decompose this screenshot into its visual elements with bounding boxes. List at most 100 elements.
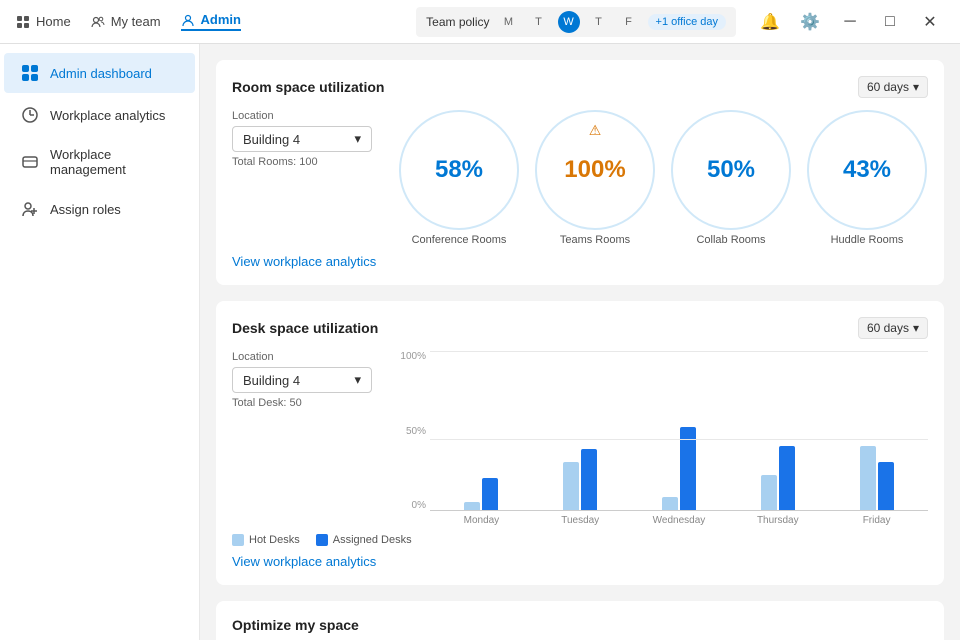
close-icon[interactable]: ✕ xyxy=(916,8,944,36)
sidebar-workplace-management-label: Workplace management xyxy=(50,147,179,177)
bar-tuesday-assigned xyxy=(581,449,597,510)
room-view-link[interactable]: View workplace analytics xyxy=(232,254,376,269)
bar-thursday-hot xyxy=(761,475,777,510)
day-M: M xyxy=(498,11,520,33)
desk-location-select[interactable]: Building 4 ▾ xyxy=(232,367,372,393)
sidebar-item-workplace-analytics[interactable]: Workplace analytics xyxy=(4,95,195,135)
bar-tuesday-hot xyxy=(563,462,579,510)
legend-hot-desks: Hot Desks xyxy=(232,534,300,546)
nav-admin[interactable]: Admin xyxy=(181,12,241,31)
desk-days-select[interactable]: 60 days ▾ xyxy=(858,317,928,339)
day-F: F xyxy=(618,11,640,33)
chart-legend: Hot Desks Assigned Desks xyxy=(232,534,928,546)
bar-monday-assigned xyxy=(482,478,498,510)
circle-collab: 50% Collab Rooms xyxy=(671,110,791,246)
workplace-management-icon xyxy=(20,152,40,172)
sidebar-item-admin-dashboard[interactable]: Admin dashboard xyxy=(4,53,195,93)
sidebar: Admin dashboard Workplace analytics Work… xyxy=(0,44,200,640)
optimize-card-header: Optimize my space xyxy=(232,617,928,633)
circle-teams-label: Teams Rooms xyxy=(560,234,630,246)
day-T1: T xyxy=(528,11,550,33)
bar-group-tuesday xyxy=(533,449,628,510)
circle-conference-pct: 58% xyxy=(435,156,483,184)
room-utilization-card: Room space utilization 60 days ▾ Locatio… xyxy=(216,60,944,285)
circle-collab-pct: 50% xyxy=(707,156,755,184)
circle-huddle: 43% Huddle Rooms xyxy=(807,110,927,246)
x-labels: Monday Tuesday Wednesday Thursday Friday xyxy=(430,511,928,526)
admin-dashboard-icon xyxy=(20,63,40,83)
desk-view-link[interactable]: View workplace analytics xyxy=(232,554,376,569)
grid-line-100 xyxy=(430,351,928,352)
x-label-friday: Friday xyxy=(829,515,924,526)
sidebar-item-assign-roles[interactable]: Assign roles xyxy=(4,189,195,229)
y-label-50: 50% xyxy=(398,426,426,437)
grid-line-50 xyxy=(430,439,928,440)
bar-friday-hot xyxy=(860,446,876,510)
legend-hot-box xyxy=(232,534,244,546)
assign-roles-icon xyxy=(20,199,40,219)
room-location-select[interactable]: Building 4 ▾ xyxy=(232,126,372,152)
chevron-down-icon: ▾ xyxy=(354,372,361,388)
topbar-nav: Home My team Admin xyxy=(16,12,396,31)
topbar: Home My team Admin Team policy M T W T F… xyxy=(0,0,960,44)
office-badge: +1 office day xyxy=(648,14,726,30)
x-label-thursday: Thursday xyxy=(730,515,825,526)
nav-myteam[interactable]: My team xyxy=(91,14,161,29)
desk-location-section: Location Building 4 ▾ Total Desk: 50 xyxy=(232,351,382,409)
desk-card-title: Desk space utilization xyxy=(232,320,378,336)
circle-teams-pct: 100% xyxy=(564,156,625,184)
legend-assigned-box xyxy=(316,534,328,546)
circle-conference: 58% Conference Rooms xyxy=(399,110,519,246)
room-card-header: Room space utilization 60 days ▾ xyxy=(232,76,928,98)
x-label-wednesday: Wednesday xyxy=(632,515,727,526)
circle-huddle-label: Huddle Rooms xyxy=(831,234,904,246)
x-label-tuesday: Tuesday xyxy=(533,515,628,526)
day-T2: T xyxy=(588,11,610,33)
legend-hot-label: Hot Desks xyxy=(249,534,300,546)
circle-huddle-pct: 43% xyxy=(843,156,891,184)
bar-thursday-assigned xyxy=(779,446,795,510)
sidebar-assign-roles-label: Assign roles xyxy=(50,202,121,217)
day-W: W xyxy=(558,11,580,33)
room-days-select[interactable]: 60 days ▾ xyxy=(858,76,928,98)
policy-label: Team policy xyxy=(426,15,489,29)
y-label-0: 0% xyxy=(398,500,426,511)
topbar-icons: 🔔 ⚙️ ─ □ ✕ xyxy=(756,8,944,36)
bar-chart xyxy=(430,351,928,511)
myteam-icon xyxy=(91,15,105,29)
nav-myteam-label: My team xyxy=(111,14,161,29)
bar-group-friday xyxy=(829,446,924,510)
nav-home-label: Home xyxy=(36,14,71,29)
sidebar-workplace-analytics-label: Workplace analytics xyxy=(50,108,165,123)
optimize-card-title: Optimize my space xyxy=(232,617,359,633)
minimize-icon[interactable]: ─ xyxy=(836,8,864,36)
maximize-icon[interactable]: □ xyxy=(876,8,904,36)
bar-group-monday xyxy=(434,478,529,510)
team-policy-section: Team policy M T W T F +1 office day xyxy=(416,7,736,37)
circle-collab-label: Collab Rooms xyxy=(696,234,765,246)
sidebar-item-workplace-management[interactable]: Workplace management xyxy=(4,137,195,187)
chevron-down-icon: ▾ xyxy=(354,131,361,147)
nav-home[interactable]: Home xyxy=(16,14,71,29)
optimize-card: Optimize my space R40 R41 R42 xyxy=(216,601,944,640)
desk-card-header: Desk space utilization 60 days ▾ xyxy=(232,317,928,339)
notifications-icon[interactable]: 🔔 xyxy=(756,8,784,36)
admin-icon xyxy=(181,13,195,27)
bar-group-thursday xyxy=(730,446,825,510)
legend-assigned-label: Assigned Desks xyxy=(333,534,412,546)
desk-utilization-card: Desk space utilization 60 days ▾ Locatio… xyxy=(216,301,944,585)
home-icon xyxy=(16,15,30,29)
settings-icon[interactable]: ⚙️ xyxy=(796,8,824,36)
bar-friday-assigned xyxy=(878,462,894,510)
main-content: Room space utilization 60 days ▾ Locatio… xyxy=(200,44,960,640)
bar-wednesday-hot xyxy=(662,497,678,510)
circle-teams: ⚠ 100% Teams Rooms xyxy=(535,110,655,246)
x-label-monday: Monday xyxy=(434,515,529,526)
circle-conference-label: Conference Rooms xyxy=(412,234,507,246)
sidebar-admin-dashboard-label: Admin dashboard xyxy=(50,66,152,81)
main-layout: Admin dashboard Workplace analytics Work… xyxy=(0,44,960,640)
workplace-analytics-icon xyxy=(20,105,40,125)
warning-icon: ⚠ xyxy=(589,122,602,139)
bar-monday-hot xyxy=(464,502,480,510)
room-card-title: Room space utilization xyxy=(232,79,384,95)
